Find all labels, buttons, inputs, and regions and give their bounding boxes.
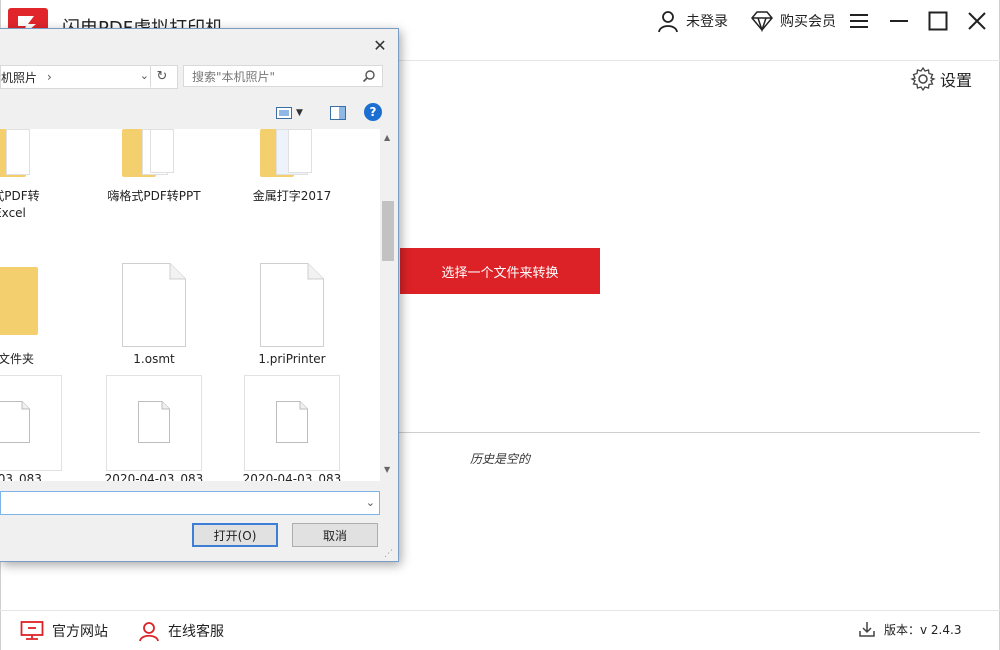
file-name-input[interactable]: ⌄ <box>0 491 380 515</box>
file-name: 1.osmt <box>133 352 175 366</box>
file-name: 2020-04-03_083 239.docx <box>242 472 342 481</box>
file-item[interactable]: 2020-04-03_083 239.docx <box>232 375 352 481</box>
search-icon[interactable] <box>362 69 376 83</box>
buy-member-button[interactable]: 购买会员 <box>750 8 836 34</box>
version-label: 版本：v 2.4.3 <box>884 622 962 637</box>
scroll-up-icon[interactable]: ▲ <box>384 133 390 142</box>
file-name: 格式PDF转 Excel <box>0 189 40 220</box>
search-placeholder: 搜索"本机照片" <box>192 69 276 84</box>
open-file-dialog: ✕ 机照片 › ⌄ ↻ 搜索"本机照片" ▼ ? 格式PDF转 Excel 嗨格… <box>0 28 399 562</box>
address-segment[interactable]: 机照片 <box>1 69 37 86</box>
file-item[interactable]: 嗨格式PDF转PPT <box>94 129 214 229</box>
refresh-icon[interactable]: ↻ <box>150 65 173 87</box>
docx-icon <box>138 401 170 443</box>
download-icon[interactable] <box>858 620 876 638</box>
file-name: 04-03_083 副本.docx <box>0 472 42 481</box>
service-label: 在线客服 <box>168 624 224 640</box>
close-icon[interactable] <box>962 6 992 36</box>
login-label: 未登录 <box>686 14 728 30</box>
monitor-icon <box>20 621 44 640</box>
file-item[interactable]: 2020-04-03_083 239 (2).docx <box>94 375 214 481</box>
history-empty-text: 历史是空的 <box>470 452 531 466</box>
cancel-button[interactable]: 取消 <box>292 523 378 547</box>
view-options-icon[interactable]: ▼ <box>276 105 306 121</box>
version-area: 版本：v 2.4.3 <box>858 620 961 638</box>
settings-label: 设置 <box>940 71 973 90</box>
buy-member-label: 购买会员 <box>780 14 836 30</box>
support-icon <box>139 622 159 642</box>
settings-button[interactable]: 设置 <box>910 66 972 92</box>
scrollbar[interactable]: ▲ ▼ <box>380 129 396 481</box>
file-icon <box>122 263 186 347</box>
docx-icon <box>0 401 30 443</box>
select-file-convert-button[interactable]: 选择一个文件来转换 <box>400 248 600 294</box>
file-item[interactable]: 1.osmt <box>94 261 214 371</box>
file-icon <box>260 263 324 347</box>
file-name: 2020-04-03_083 239 (2).docx <box>104 472 204 481</box>
resize-grip-icon[interactable]: ⋰ <box>384 549 396 559</box>
file-name: 金属打字2017 <box>252 189 332 203</box>
file-item[interactable]: 金属打字2017 <box>232 129 352 229</box>
official-website-link[interactable]: 官方网站 <box>20 620 108 642</box>
diamond-icon <box>751 11 773 32</box>
maximize-icon[interactable] <box>923 6 953 36</box>
file-item[interactable]: 建文件夹 <box>0 261 70 371</box>
gear-icon <box>910 66 936 92</box>
help-icon[interactable]: ? <box>364 103 382 121</box>
file-list: 格式PDF转 Excel 嗨格式PDF转PPT 金属打字2017 建文件夹 1.… <box>0 129 380 481</box>
open-button[interactable]: 打开(O) <box>192 523 278 547</box>
chevron-right-icon[interactable]: › <box>47 70 52 84</box>
menu-icon[interactable] <box>844 6 874 36</box>
search-input[interactable]: 搜索"本机照片" <box>183 65 383 87</box>
file-name: 建文件夹 <box>0 352 34 366</box>
website-label: 官方网站 <box>52 624 108 640</box>
docx-icon <box>276 401 308 443</box>
scroll-down-icon[interactable]: ▼ <box>384 465 390 474</box>
login-button[interactable]: 未登录 <box>656 8 728 34</box>
file-item[interactable]: 1.priPrinter <box>232 261 352 371</box>
chevron-down-icon[interactable]: ⌄ <box>366 496 375 509</box>
scroll-thumb[interactable] <box>382 201 394 261</box>
minimize-icon[interactable] <box>884 6 914 36</box>
dialog-close-icon[interactable]: ✕ <box>366 33 394 57</box>
chevron-down-icon[interactable]: ⌄ <box>140 69 149 82</box>
history-divider <box>398 432 980 433</box>
file-item[interactable]: 04-03_083 副本.docx <box>0 375 70 481</box>
folder-icon <box>0 267 38 335</box>
footer-divider <box>0 610 1000 611</box>
user-icon <box>658 11 678 33</box>
file-item[interactable]: 格式PDF转 Excel <box>0 129 70 229</box>
online-service-link[interactable]: 在线客服 <box>138 620 224 642</box>
file-name: 1.priPrinter <box>258 352 326 366</box>
preview-pane-icon[interactable] <box>330 105 346 120</box>
file-name: 嗨格式PDF转PPT <box>107 189 201 203</box>
